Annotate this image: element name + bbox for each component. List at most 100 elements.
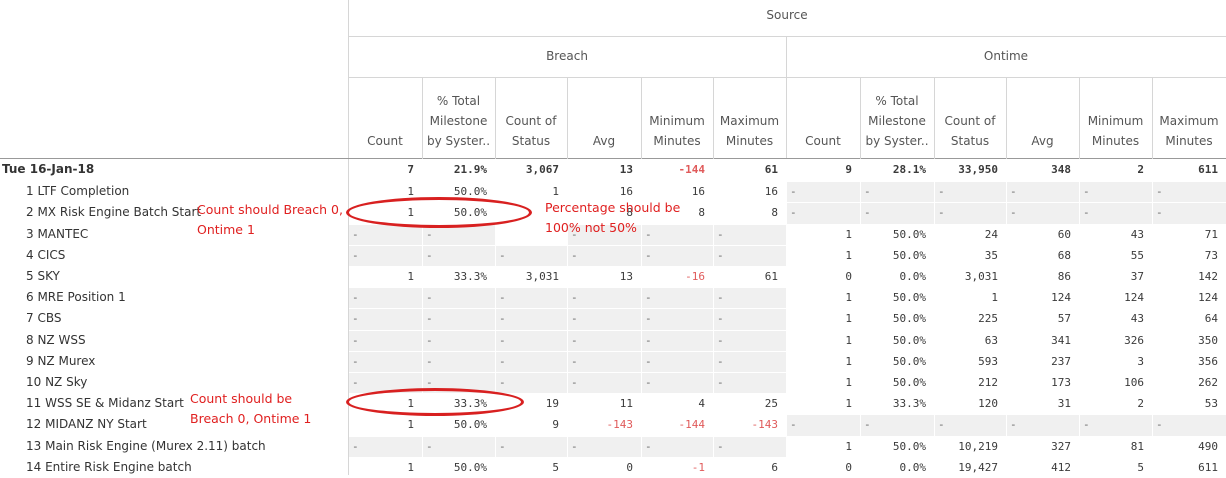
- column-header-6[interactable]: Count: [786, 87, 860, 151]
- row-label[interactable]: 10 NZ Sky: [26, 372, 87, 393]
- table-cell: -: [645, 333, 652, 347]
- annotation-note-1: Count should Breach 0, Ontime 1: [197, 200, 343, 240]
- row-label[interactable]: 2 MX Risk Engine Batch Start: [26, 202, 201, 223]
- table-cell: -: [426, 354, 433, 368]
- table-cell: 86: [1057, 270, 1071, 283]
- header-ontime: Ontime: [983, 49, 1029, 63]
- table-cell: 33.3%: [453, 270, 487, 283]
- table-cell: 348: [1051, 163, 1071, 176]
- table-cell: -: [352, 333, 359, 347]
- table-cell: 1: [845, 439, 852, 453]
- table-cell: -: [499, 312, 506, 326]
- table-cell: -: [717, 227, 724, 241]
- column-header-0[interactable]: Count: [348, 87, 422, 151]
- row-label[interactable]: 7 CBS: [26, 308, 61, 329]
- table-cell: -: [717, 376, 724, 389]
- row-label[interactable]: 3 MANTEC: [26, 224, 88, 245]
- table-cell: -: [1156, 185, 1163, 199]
- table-cell: 7: [407, 163, 414, 176]
- table-cell: -: [717, 333, 724, 347]
- table-cell: -: [864, 206, 871, 220]
- header-breach: Breach: [546, 49, 588, 63]
- column-header-11[interactable]: Maximum Minutes: [1152, 87, 1226, 151]
- row-label[interactable]: 12 MIDANZ NY Start: [26, 414, 147, 435]
- annotation-note-1-line1: Count should Breach 0,: [197, 202, 343, 217]
- table-cell: 61: [764, 163, 778, 176]
- table-cell: 13: [619, 163, 633, 176]
- table-cell: -: [645, 354, 652, 368]
- row-label[interactable]: 5 SKY: [26, 266, 60, 287]
- table-cell: 1: [845, 333, 852, 347]
- table-cell: 55: [1130, 248, 1144, 262]
- table-cell: 142: [1198, 270, 1218, 283]
- table-cell: 50.0%: [892, 248, 926, 262]
- column-header-2[interactable]: Count of Status: [495, 87, 567, 151]
- table-cell: 1: [845, 291, 852, 305]
- table-cell: 16: [764, 185, 778, 199]
- row-label[interactable]: 8 NZ WSS: [26, 330, 86, 351]
- column-header-4[interactable]: Minimum Minutes: [641, 87, 713, 151]
- table-cell: -: [352, 354, 359, 368]
- row-label[interactable]: 9 NZ Murex: [26, 351, 95, 372]
- table-cell: -: [571, 291, 578, 305]
- column-header-10[interactable]: Minimum Minutes: [1079, 87, 1152, 151]
- total-row-label[interactable]: Tue 16-Jan-18: [2, 159, 94, 180]
- table-cell: 60: [1057, 227, 1071, 241]
- table-cell: -: [717, 312, 724, 326]
- table-cell: 611: [1198, 163, 1218, 176]
- table-cell: 2: [1137, 163, 1144, 176]
- table-cell: -: [717, 291, 724, 305]
- table-cell: -: [352, 312, 359, 326]
- table-cell: 225: [978, 312, 998, 326]
- column-header-7[interactable]: % Total Milestone by Syster..: [860, 87, 934, 151]
- annotation-note-2: Percentage should be 100% not 50%: [545, 198, 680, 238]
- table-cell: -: [1083, 185, 1090, 199]
- column-header-5[interactable]: Maximum Minutes: [713, 87, 786, 151]
- table-cell: -: [1156, 206, 1163, 220]
- row-label[interactable]: 1 LTF Completion: [26, 181, 129, 202]
- row-label[interactable]: 13 Main Risk Engine (Murex 2.11) batch: [26, 436, 266, 457]
- table-cell: 33,950: [958, 163, 998, 176]
- column-header-3[interactable]: Avg: [567, 87, 641, 151]
- table-cell: 593: [978, 354, 998, 368]
- table-cell: -: [1083, 206, 1090, 220]
- table-cell: 3,031: [964, 270, 998, 283]
- table-cell: 1: [991, 291, 998, 305]
- table-cell: -: [717, 354, 724, 368]
- table-cell: -: [499, 291, 506, 305]
- table-cell: -: [717, 248, 724, 262]
- annotation-note-3-line2: Breach 0, Ontime 1: [190, 411, 312, 426]
- table-cell: -: [645, 312, 652, 326]
- table-cell: -144: [678, 163, 706, 176]
- annotation-note-2-line2: 100% not 50%: [545, 220, 637, 235]
- table-cell: -: [426, 248, 433, 262]
- table-cell: -: [1010, 206, 1017, 220]
- table-cell: 63: [984, 333, 998, 347]
- table-cell: 1: [845, 397, 852, 411]
- table-cell: -: [1010, 418, 1017, 432]
- table-cell: -16: [685, 270, 705, 283]
- table-cell: -: [571, 354, 578, 368]
- table-cell: -: [499, 376, 506, 389]
- row-label[interactable]: 11 WSS SE & Midanz Start: [26, 393, 184, 414]
- table-cell: 64: [1204, 312, 1218, 326]
- table-cell: 50.0%: [892, 291, 926, 305]
- table-cell: -: [645, 439, 652, 453]
- table-cell: 3: [1137, 354, 1144, 368]
- table-cell: 0.0%: [899, 270, 927, 283]
- table-cell: 50.0%: [892, 354, 926, 368]
- table-cell: 490: [1198, 439, 1218, 453]
- table-cell: 350: [1198, 333, 1218, 347]
- row-label[interactable]: 6 MRE Position 1: [26, 287, 126, 308]
- table-cell: -143: [606, 418, 634, 432]
- column-header-1[interactable]: % Total Milestone by Syster..: [422, 87, 495, 151]
- row-label[interactable]: 4 CICS: [26, 245, 65, 266]
- table-cell: 57: [1057, 312, 1071, 326]
- table-cell: -: [864, 418, 871, 432]
- table-cell: -: [571, 333, 578, 347]
- column-header-9[interactable]: Avg: [1006, 87, 1079, 151]
- column-header-8[interactable]: Count of Status: [934, 87, 1006, 151]
- annotation-note-3-line1: Count should be: [190, 391, 293, 406]
- table-cell: -: [938, 206, 945, 220]
- header-source: Source: [766, 8, 808, 22]
